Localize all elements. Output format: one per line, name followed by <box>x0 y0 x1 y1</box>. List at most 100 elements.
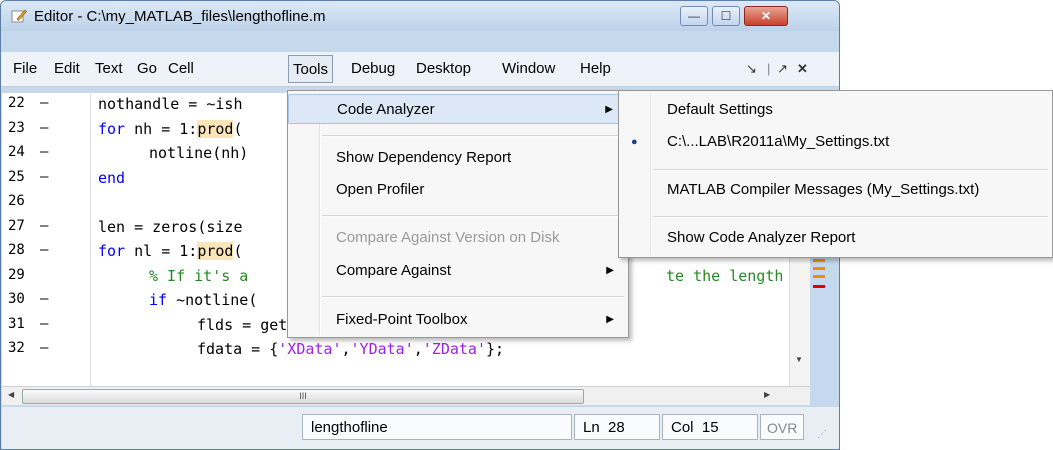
code-text: fdata = {'XData','YData','ZData'}; <box>197 340 505 358</box>
menu-item-open-profiler[interactable]: Open Profiler <box>288 175 628 205</box>
submenu-arrow-icon: ▶ <box>606 265 614 276</box>
status-bar: lengthofline Ln 28 Col 15 OVR ⋰ <box>2 407 839 449</box>
menu-file[interactable]: File <box>9 52 41 86</box>
status-overwrite-mode: OVR <box>760 414 804 440</box>
editor-file-icon <box>11 9 27 23</box>
breakpoint-dash[interactable]: – <box>40 95 48 111</box>
menu-item-label: Default Settings <box>667 101 773 118</box>
line-value: 28 <box>608 419 625 436</box>
line-number: 27 <box>8 217 25 234</box>
menu-item-my-settings[interactable]: ● C:\...LAB\R2011a\My_Settings.txt <box>619 127 1052 157</box>
error-marker[interactable] <box>813 285 825 288</box>
warning-marker[interactable] <box>813 267 825 270</box>
menu-desktop[interactable]: Desktop <box>412 52 475 86</box>
scroll-down-arrow-icon[interactable]: ▼ <box>795 355 803 364</box>
menu-separator <box>322 215 624 217</box>
resize-grip-icon[interactable]: ⋰ <box>817 429 827 440</box>
title-bar[interactable]: Editor - C:\my_MATLAB_files\lengthofline… <box>1 1 839 31</box>
menu-item-default-settings[interactable]: Default Settings <box>619 95 1052 125</box>
status-line: Ln 28 <box>574 414 660 440</box>
line-number: 24 <box>8 144 25 160</box>
menu-separator <box>653 169 1048 171</box>
breakpoint-dash[interactable]: – <box>40 242 48 258</box>
menu-separator <box>322 135 624 137</box>
code-text: nothandle = ~ish <box>98 95 243 113</box>
horizontal-scroll-thumb[interactable]: III <box>22 389 584 404</box>
menu-item-label: Show Dependency Report <box>336 149 512 166</box>
line-number: 32 <box>8 340 25 356</box>
menu-item-compare-against[interactable]: Compare Against ▶ <box>288 256 628 286</box>
line-number: 25 <box>8 168 25 185</box>
code-text: len = zeros(size <box>98 217 243 236</box>
code-text: for nl = 1:prod( <box>98 242 243 260</box>
menu-item-label: Show Code Analyzer Report <box>667 229 856 246</box>
undock-icon[interactable]: ↗ <box>777 52 788 86</box>
menu-item-label: MATLAB Compiler Messages (My_Settings.tx… <box>667 181 980 198</box>
menu-item-code-analyzer[interactable]: Code Analyzer ▶ <box>288 94 628 124</box>
menu-item-fixed-point-toolbox[interactable]: Fixed-Point Toolbox ▶ <box>288 305 628 335</box>
menu-go[interactable]: Go <box>133 52 161 86</box>
breakpoint-dash[interactable]: – <box>40 316 48 332</box>
code-text: for nh = 1:prod( <box>98 119 243 138</box>
submenu-arrow-icon: ▶ <box>606 314 614 325</box>
code-line[interactable]: 32 – fdata = {'XData','YData','ZData'}; <box>2 338 810 358</box>
menu-debug[interactable]: Debug <box>347 52 399 86</box>
menu-item-label: Code Analyzer <box>337 101 435 118</box>
menu-window[interactable]: Window <box>498 52 559 86</box>
status-function-name: lengthofline <box>302 414 572 440</box>
menu-item-show-dependency-report[interactable]: Show Dependency Report <box>288 143 628 173</box>
code-text: if ~notline( <box>149 291 258 309</box>
breakpoint-dash[interactable]: – <box>40 218 48 234</box>
menu-edit[interactable]: Edit <box>50 52 84 86</box>
menu-item-compare-against-version-on-disk: Compare Against Version on Disk <box>288 223 628 253</box>
menu-separator <box>322 296 624 298</box>
menu-bar: File Edit Text Go Cell Tools Debug Deskt… <box>1 52 839 87</box>
close-button[interactable]: ✕ <box>744 6 788 26</box>
scroll-left-arrow-icon[interactable]: ◀ <box>8 390 14 399</box>
column-label: Col <box>671 419 694 436</box>
menu-tools[interactable]: Tools <box>288 55 334 83</box>
line-label: Ln <box>583 419 600 436</box>
menu-item-label: Compare Against <box>336 262 452 279</box>
menu-item-label: Fixed-Point Toolbox <box>336 311 468 328</box>
code-analyzer-submenu: Default Settings ● C:\...LAB\R2011a\My_S… <box>618 90 1053 258</box>
maximize-button[interactable]: ☐ <box>712 6 740 26</box>
line-number: 28 <box>8 242 25 258</box>
column-value: 15 <box>701 419 719 436</box>
window-title: Editor - C:\my_MATLAB_files\lengthofline… <box>34 8 326 25</box>
line-number: 30 <box>8 291 25 307</box>
code-text: end <box>98 168 126 187</box>
comment-text: % If it's a <box>149 266 249 285</box>
menu-item-label: Open Profiler <box>336 181 425 198</box>
code-text: notline(nh) <box>149 144 249 162</box>
breakpoint-dash[interactable]: – <box>40 340 48 356</box>
warning-marker[interactable] <box>813 259 825 262</box>
menu-help[interactable]: Help <box>576 52 615 86</box>
radio-selected-icon: ● <box>631 136 638 148</box>
line-number: 22 <box>8 95 25 111</box>
line-number: 29 <box>8 266 25 283</box>
horizontal-scrollbar[interactable]: ◀ III ▶ <box>2 386 810 405</box>
line-number: 23 <box>8 119 25 136</box>
menu-item-show-code-analyzer-report[interactable]: Show Code Analyzer Report <box>619 223 1052 253</box>
breakpoint-dash[interactable]: – <box>40 291 48 307</box>
menu-text[interactable]: Text <box>91 52 127 86</box>
tools-menu: Code Analyzer ▶ Show Dependency Report O… <box>287 90 629 338</box>
line-number: 26 <box>8 193 25 209</box>
line-number: 31 <box>8 315 25 332</box>
breakpoint-dash[interactable]: – <box>40 169 48 185</box>
breakpoint-dash[interactable]: – <box>40 120 48 136</box>
close-document-icon[interactable]: ✕ <box>797 52 808 86</box>
minimize-button[interactable]: — <box>680 6 708 26</box>
menu-item-matlab-compiler-messages[interactable]: MATLAB Compiler Messages (My_Settings.tx… <box>619 175 1052 205</box>
scroll-right-arrow-icon[interactable]: ▶ <box>764 390 770 399</box>
warning-marker[interactable] <box>813 275 825 278</box>
menu-icon-gutter <box>319 93 321 335</box>
status-column: Col 15 <box>662 414 758 440</box>
dock-icon[interactable]: ↘ <box>746 52 757 86</box>
breakpoint-dash[interactable]: – <box>40 144 48 160</box>
menu-cell[interactable]: Cell <box>164 52 198 86</box>
submenu-arrow-icon: ▶ <box>605 104 613 115</box>
comment-text-tail: te the length <box>666 266 784 285</box>
menu-divider: | <box>767 61 771 76</box>
